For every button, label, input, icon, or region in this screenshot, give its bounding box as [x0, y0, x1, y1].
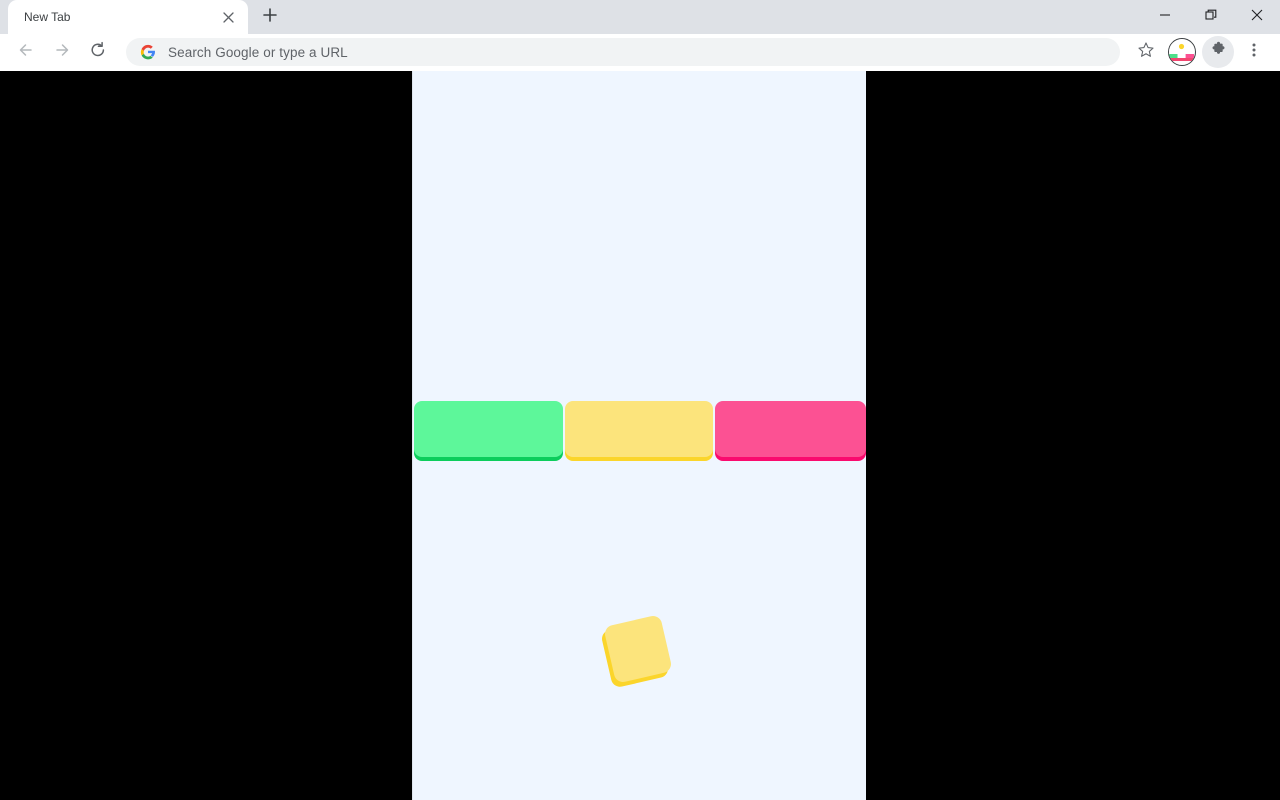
- restore-icon: [1205, 8, 1217, 26]
- arrow-right-icon: [53, 41, 71, 64]
- arrow-left-icon: [17, 41, 35, 64]
- new-tab-button[interactable]: [256, 3, 284, 31]
- browser-tab-new-tab[interactable]: New Tab: [8, 0, 248, 34]
- page-content: [413, 71, 866, 800]
- minimize-button[interactable]: [1142, 1, 1188, 33]
- reload-button[interactable]: [82, 36, 114, 68]
- profile-button[interactable]: [1166, 36, 1198, 68]
- close-icon: [1251, 8, 1263, 26]
- tab-title: New Tab: [24, 10, 71, 24]
- toolbar-actions: [1128, 36, 1272, 68]
- block-pink[interactable]: [715, 401, 866, 457]
- browser-menu-button[interactable]: [1238, 36, 1270, 68]
- avatar-icon: [1168, 38, 1196, 66]
- address-bar[interactable]: Search Google or type a URL: [126, 38, 1120, 66]
- close-window-button[interactable]: [1234, 1, 1280, 33]
- browser-toolbar: Search Google or type a URL: [0, 34, 1280, 71]
- maximize-button[interactable]: [1188, 1, 1234, 33]
- window-controls: [1142, 0, 1280, 34]
- block-row: [414, 401, 866, 458]
- bookmark-button[interactable]: [1130, 36, 1162, 68]
- extensions-button[interactable]: [1202, 36, 1234, 68]
- star-icon: [1137, 41, 1155, 64]
- minimize-icon: [1159, 8, 1171, 26]
- reload-icon: [89, 41, 107, 64]
- browser-window: New Tab Search Google or type a URL: [0, 0, 1280, 800]
- block-green[interactable]: [414, 401, 563, 457]
- three-dots-vertical-icon: [1246, 42, 1262, 63]
- falling-square[interactable]: [603, 614, 673, 684]
- forward-button[interactable]: [46, 36, 78, 68]
- plus-icon: [263, 7, 277, 27]
- address-bar-placeholder: Search Google or type a URL: [168, 44, 348, 60]
- close-icon[interactable]: [218, 7, 238, 27]
- puzzle-piece-icon: [1210, 41, 1227, 63]
- block-yellow[interactable]: [565, 401, 713, 457]
- tab-strip: New Tab: [0, 0, 1280, 34]
- back-button[interactable]: [10, 36, 42, 68]
- google-g-icon: [140, 44, 156, 60]
